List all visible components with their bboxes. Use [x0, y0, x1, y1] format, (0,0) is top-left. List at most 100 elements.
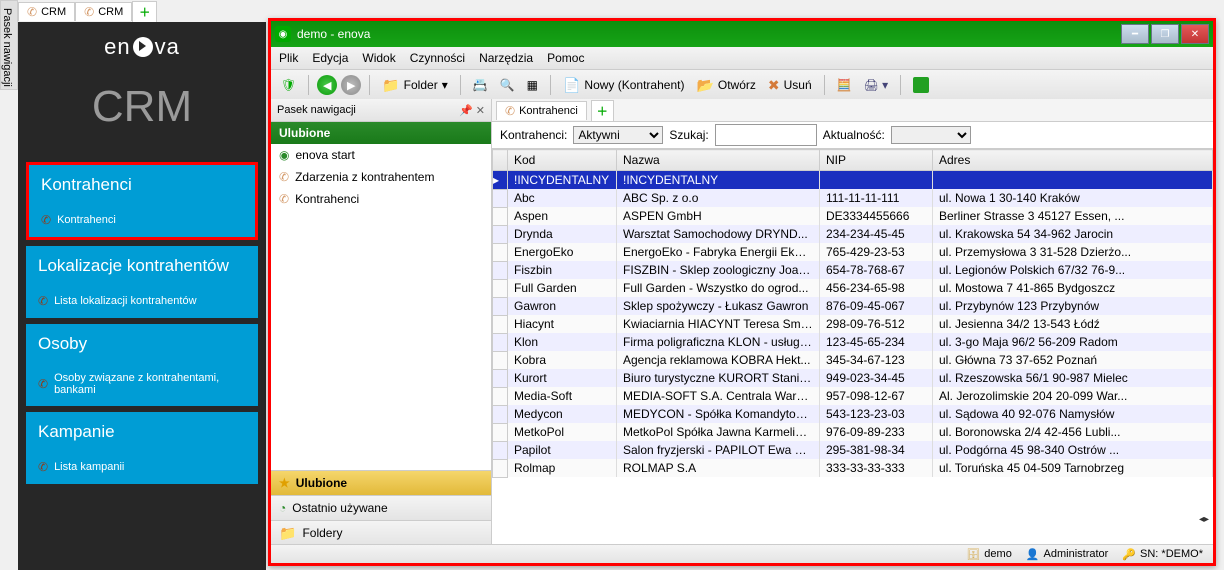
- row-header[interactable]: [493, 441, 508, 459]
- row-header[interactable]: [493, 189, 508, 207]
- row-header[interactable]: [493, 207, 508, 225]
- delete-button[interactable]: ✖Usuń: [764, 75, 816, 96]
- table-row[interactable]: Full GardenFull Garden - Wszystko do ogr…: [493, 279, 1213, 297]
- nav-section-favorites[interactable]: ★Ulubione: [271, 470, 491, 495]
- cell-kod: Abc: [508, 189, 617, 207]
- menu-widok[interactable]: Widok: [362, 51, 395, 65]
- row-header[interactable]: [493, 405, 508, 423]
- table-row[interactable]: GawronSklep spożywczy - Łukasz Gawron876…: [493, 297, 1213, 315]
- table-row[interactable]: KurortBiuro turystyczne KURORT Stanisł..…: [493, 369, 1213, 387]
- col-nazwa[interactable]: Nazwa: [617, 150, 820, 171]
- row-header[interactable]: [493, 315, 508, 333]
- row-header[interactable]: [493, 459, 508, 477]
- open-button[interactable]: 📂Otwórz: [692, 75, 759, 96]
- table-row[interactable]: ▸!INCYDENTALNY!INCYDENTALNY: [493, 171, 1213, 190]
- new-button[interactable]: 📄Nowy (Kontrahent): [559, 75, 688, 96]
- print-button[interactable]: 🖨 ▾: [860, 76, 893, 94]
- row-header[interactable]: [493, 423, 508, 441]
- row-header[interactable]: [493, 243, 508, 261]
- menu-edycja[interactable]: Edycja: [312, 51, 348, 65]
- nav-item-label: enova start: [295, 148, 354, 162]
- cell-nazwa: Kwiaciarnia HIACYNT Teresa Smu...: [617, 315, 820, 333]
- nav-section-recent[interactable]: ◔Ostatnio używane: [271, 495, 491, 520]
- table-row[interactable]: KlonFirma poligraficzna KLON - usługi ..…: [493, 333, 1213, 351]
- row-header[interactable]: [493, 279, 508, 297]
- nav-section-label: Ostatnio używane: [292, 501, 387, 515]
- menu-narzędzia[interactable]: Narzędzia: [479, 51, 533, 65]
- nav-item-contractors[interactable]: ✆Kontrahenci: [271, 188, 491, 210]
- table-row[interactable]: EnergoEkoEnergoEko - Fabryka Energii Eko…: [493, 243, 1213, 261]
- row-header[interactable]: [493, 261, 508, 279]
- row-header[interactable]: [493, 351, 508, 369]
- tab-crm-2[interactable]: ✆CRM: [75, 2, 132, 21]
- col-nip[interactable]: NIP: [820, 150, 933, 171]
- nav-item-start[interactable]: ◉enova start: [271, 144, 491, 166]
- nav-section-favorites-header[interactable]: Ulubione: [271, 122, 491, 144]
- content-tab-add[interactable]: ＋: [591, 100, 614, 121]
- content-tab-contractors[interactable]: ✆Kontrahenci: [496, 101, 587, 120]
- tile-lokalizacje-kontrahentów[interactable]: Lokalizacje kontrahentów✆Lista lokalizac…: [26, 246, 258, 318]
- cell-nip: 654-78-768-67: [820, 261, 933, 279]
- nav-section-folders[interactable]: 📁Foldery: [271, 520, 491, 545]
- cell-adres: ul. Rzeszowska 56/1 90-987 Mielec: [933, 369, 1213, 387]
- tool-button-2[interactable]: 🔍: [496, 76, 519, 94]
- maximize-button[interactable]: ❐: [1151, 24, 1179, 44]
- table-row[interactable]: MedyconMEDYCON - Spółka Komandytow...543…: [493, 405, 1213, 423]
- tab-add[interactable]: ＋: [132, 1, 157, 22]
- menu-czynności[interactable]: Czynności: [410, 51, 465, 65]
- row-header[interactable]: [493, 369, 508, 387]
- tab-crm-1[interactable]: ✆CRM: [18, 2, 75, 21]
- tile-sub: ✆Lista lokalizacji kontrahentów: [38, 294, 246, 308]
- cell-nip: 123-45-65-234: [820, 333, 933, 351]
- row-header[interactable]: [493, 387, 508, 405]
- table-row[interactable]: DryndaWarsztat Samochodowy DRYND...234-2…: [493, 225, 1213, 243]
- window-titlebar[interactable]: ◉ demo - enova ━ ❐ ✕: [271, 21, 1213, 47]
- tool-button-3[interactable]: ▦: [523, 76, 542, 94]
- sidebar-tab-nav[interactable]: Pasek nawigacji: [0, 0, 18, 90]
- tile-kontrahenci[interactable]: Kontrahenci✆Kontrahenci: [26, 162, 258, 240]
- tile-kampanie[interactable]: Kampanie✆Lista kampanii: [26, 412, 258, 484]
- pin-icon[interactable]: 📌: [459, 105, 473, 117]
- table-row[interactable]: RolmapROLMAP S.A333-33-33-333ul. Toruńsk…: [493, 459, 1213, 477]
- table-row[interactable]: AbcABC Sp. z o.o111-11-11-111ul. Nowa 1 …: [493, 189, 1213, 207]
- table-row[interactable]: FiszbinFISZBIN - Sklep zoologiczny Joan.…: [493, 261, 1213, 279]
- tool-button-4[interactable]: 🧮: [833, 76, 856, 94]
- table-row[interactable]: HiacyntKwiaciarnia HIACYNT Teresa Smu...…: [493, 315, 1213, 333]
- filter-validity-select[interactable]: [891, 126, 971, 144]
- folder-button[interactable]: 📁Folder ▾: [378, 75, 451, 96]
- close-button[interactable]: ✕: [1181, 24, 1209, 44]
- filter-contractors-select[interactable]: Aktywni: [573, 126, 663, 144]
- table-wrap[interactable]: Kod Nazwa NIP Adres ▸!INCYDENTALNY!INCYD…: [492, 149, 1213, 545]
- row-header-col[interactable]: [493, 150, 508, 171]
- table-row[interactable]: AspenASPEN GmbHDE3334455666Berliner Stra…: [493, 207, 1213, 225]
- tool-button-1[interactable]: 📇: [469, 76, 492, 94]
- col-kod[interactable]: Kod: [508, 150, 617, 171]
- menu-pomoc[interactable]: Pomoc: [547, 51, 584, 65]
- cell-adres: ul. Przybynów 123 Przybynów: [933, 297, 1213, 315]
- close-icon[interactable]: ✕: [476, 105, 485, 117]
- menu-plik[interactable]: Plik: [279, 51, 298, 65]
- cell-nazwa: Biuro turystyczne KURORT Stanisł...: [617, 369, 820, 387]
- table-row[interactable]: Media-SoftMEDIA-SOFT S.A. Centrala Warsz…: [493, 387, 1213, 405]
- nav-item-events[interactable]: ✆Zdarzenia z kontrahentem: [271, 166, 491, 188]
- nav-back-button[interactable]: ◀: [317, 75, 337, 95]
- filter-search-input[interactable]: [715, 124, 817, 146]
- open-label: Otwórz: [718, 78, 756, 92]
- table-row[interactable]: PapilotSalon fryzjerski - PAPILOT Ewa G.…: [493, 441, 1213, 459]
- row-header[interactable]: [493, 333, 508, 351]
- tool-button-5[interactable]: [909, 75, 933, 95]
- table-row[interactable]: KobraAgencja reklamowa KOBRA Hekt...345-…: [493, 351, 1213, 369]
- row-header[interactable]: [493, 297, 508, 315]
- cell-nazwa: Agencja reklamowa KOBRA Hekt...: [617, 351, 820, 369]
- status-user-label: Administrator: [1044, 548, 1109, 560]
- row-header[interactable]: [493, 225, 508, 243]
- cell-adres: ul. Główna 73 37-652 Poznań: [933, 351, 1213, 369]
- nav-forward-button[interactable]: ▶: [341, 75, 361, 95]
- user-icon: 👤: [1026, 548, 1040, 561]
- row-header[interactable]: ▸: [493, 171, 508, 190]
- refresh-button[interactable]: 🛡: [277, 76, 300, 94]
- tile-osoby[interactable]: Osoby✆Osoby związane z kontrahentami, ba…: [26, 324, 258, 406]
- minimize-button[interactable]: ━: [1121, 24, 1149, 44]
- col-adres[interactable]: Adres: [933, 150, 1213, 171]
- table-row[interactable]: MetkoPolMetkoPol Spółka Jawna Karmelick.…: [493, 423, 1213, 441]
